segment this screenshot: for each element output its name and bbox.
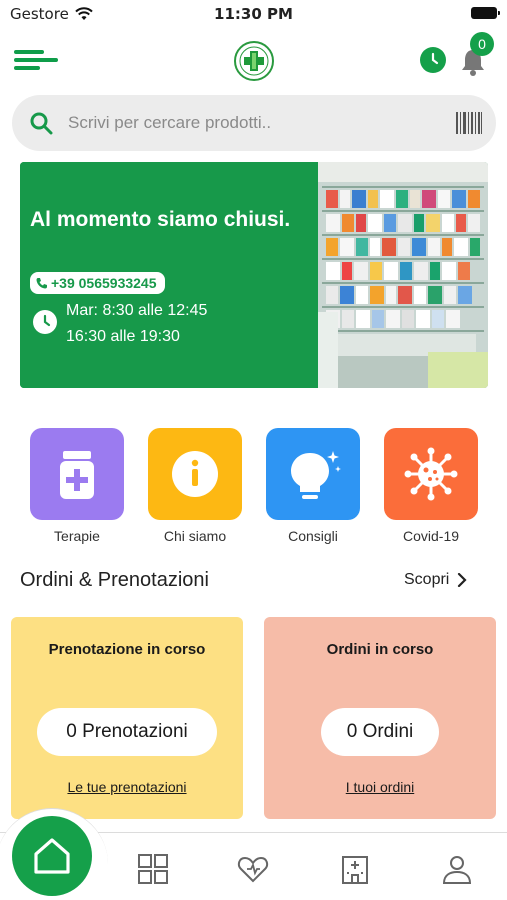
clock-icon (33, 310, 57, 334)
chevron-right-icon (458, 573, 467, 587)
info-icon (172, 451, 218, 497)
hours-line-1: Mar: 8:30 alle 12:45 (66, 302, 208, 319)
profile-icon[interactable] (440, 852, 474, 886)
hours-line-2: 16:30 alle 19:30 (66, 328, 180, 345)
home-button[interactable] (12, 816, 92, 896)
medicine-jar-icon (60, 451, 94, 499)
opening-hours: Mar: 8:30 alle 12:45 16:30 alle 19:30 (66, 298, 207, 350)
barcode-icon[interactable] (456, 112, 482, 134)
category-terapie[interactable]: Terapie (30, 428, 124, 544)
orders-card[interactable]: Ordini in corso 0 Ordini I tuoi ordini (264, 617, 496, 819)
grid-icon[interactable] (136, 852, 170, 886)
search-icon (30, 112, 53, 135)
notification-badge: 0 (470, 32, 494, 56)
orders-count: 0 Ordini (321, 708, 439, 756)
category-label: Terapie (54, 528, 100, 544)
search-input[interactable] (68, 108, 448, 138)
home-icon (34, 838, 70, 874)
bookings-link[interactable]: Le tue prenotazioni (11, 779, 243, 795)
app-header: 0 (0, 32, 507, 86)
category-label: Consigli (288, 528, 338, 544)
status-bar: Gestore 11:30 PM (0, 0, 507, 30)
bookings-card[interactable]: Prenotazione in corso 0 Prenotazioni Le … (11, 617, 243, 819)
category-tile[interactable] (384, 428, 478, 520)
store-status-message: Al momento siamo chiusi. (30, 208, 291, 231)
bookings-count: 0 Prenotazioni (37, 708, 217, 756)
orders-title: Ordini in corso (326, 641, 434, 658)
menu-icon[interactable] (14, 48, 58, 72)
search-bar[interactable] (12, 95, 496, 151)
category-label: Covid-19 (402, 528, 460, 544)
category-covid[interactable]: Covid-19 (384, 428, 478, 544)
discover-label: Scopri (404, 571, 450, 588)
hospital-icon[interactable] (338, 852, 372, 886)
virus-icon (404, 447, 458, 501)
battery-icon (471, 7, 500, 19)
category-label: Chi siamo (163, 528, 227, 544)
orders-link[interactable]: I tuoi ordini (264, 779, 496, 795)
category-tile[interactable] (266, 428, 360, 520)
discover-link[interactable]: Scopri (404, 571, 467, 589)
store-status-banner: Al momento siamo chiusi. +39 0565933245 … (20, 162, 488, 388)
category-chi-siamo[interactable]: Chi siamo (148, 428, 242, 544)
phone-button[interactable]: +39 0565933245 (30, 272, 165, 294)
section-title: Ordini & Prenotazioni (20, 569, 209, 591)
category-consigli[interactable]: Consigli (266, 428, 360, 544)
phone-number: +39 0565933245 (51, 275, 157, 291)
lightbulb-icon (291, 451, 341, 499)
bookings-title: Prenotazione in corso (48, 641, 206, 658)
pharmacy-shelves-photo (318, 162, 488, 388)
pharmacy-logo (234, 41, 274, 81)
phone-icon (36, 278, 47, 289)
opening-hours-icon[interactable] (420, 47, 446, 73)
category-tile[interactable] (30, 428, 124, 520)
category-tile[interactable] (148, 428, 242, 520)
status-time: 11:30 PM (214, 5, 293, 23)
heart-icon[interactable] (236, 852, 270, 886)
store-info-panel: Al momento siamo chiusi. +39 0565933245 … (20, 162, 318, 388)
